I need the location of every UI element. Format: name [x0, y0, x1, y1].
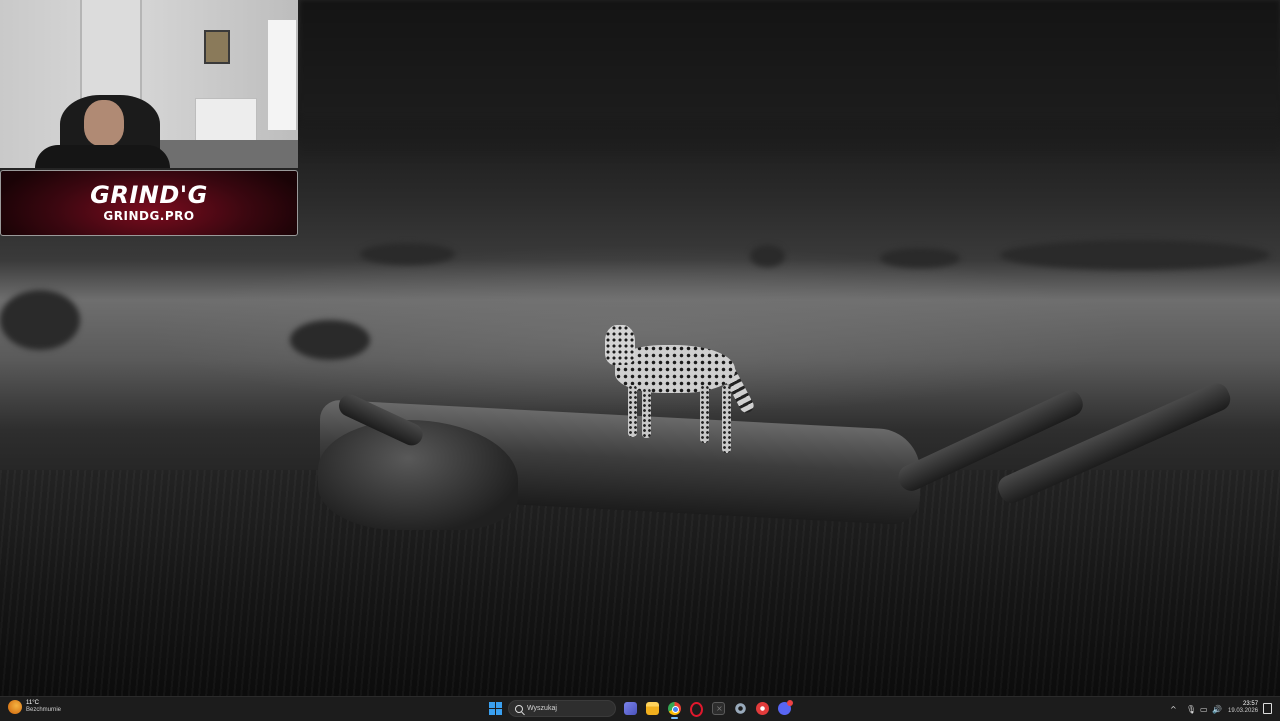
cheetah-leg	[628, 385, 637, 437]
wallpaper-bush	[290, 320, 370, 360]
wallpaper-bush	[1000, 240, 1270, 270]
excel-icon[interactable]: ×	[712, 702, 725, 715]
cheetah-leg	[700, 385, 709, 443]
discord-icon[interactable]	[778, 700, 793, 715]
tray-overflow-chevron[interactable]: ^	[1170, 697, 1177, 721]
taskbar: 11°C Bezchmurnie Wyszukaj × ^ 🎙 ▭ 🔊 23:5…	[0, 696, 1280, 721]
webcam-picture-frame	[204, 30, 230, 64]
red-app-icon[interactable]	[756, 702, 769, 715]
weather-text: 11°C Bezchmurnie	[26, 700, 61, 714]
webcam-person	[84, 100, 124, 146]
brand-logo: GRIND'G	[90, 181, 208, 209]
webcam-window-light	[268, 20, 296, 130]
webcam-overlay	[0, 0, 298, 168]
windows-logo-icon[interactable]	[489, 702, 502, 715]
wallpaper-bush	[750, 245, 785, 267]
system-clock[interactable]: 23:57 19.03.2026	[1228, 701, 1258, 715]
network-icon[interactable]: ▭	[1200, 697, 1208, 721]
gear-icon[interactable]	[734, 702, 747, 715]
clock-time: 23:57	[1243, 701, 1259, 707]
notification-icon[interactable]	[1263, 703, 1272, 714]
chrome-icon[interactable]	[668, 702, 681, 719]
volume-icon[interactable]: 🔊	[1212, 697, 1222, 721]
webcam-floor	[150, 140, 298, 168]
cheetah-head	[605, 325, 635, 365]
search-box[interactable]: Wyszukaj	[508, 700, 616, 717]
clock-date: 19.03.2026	[1228, 708, 1259, 714]
weather-temperature: 11°C	[26, 700, 39, 706]
teams-icon[interactable]	[624, 702, 637, 715]
folder-icon[interactable]	[646, 702, 659, 715]
weather-widget[interactable]: 11°C Bezchmurnie	[8, 700, 61, 714]
wallpaper-bush	[880, 248, 960, 268]
wallpaper-bush	[360, 243, 455, 265]
search-placeholder: Wyszukaj	[527, 705, 557, 712]
discord-badge	[787, 700, 793, 706]
cheetah-leg	[642, 388, 651, 438]
chevron-up-icon: ^	[1170, 704, 1177, 714]
chrome-center	[672, 706, 679, 713]
brand-banner: GRIND'G GRINDG.PRO	[0, 170, 298, 236]
sun-moon-icon	[8, 700, 22, 714]
wallpaper-treeline	[300, 0, 1280, 160]
webcam-person-shirt	[35, 145, 170, 168]
brand-url: GRINDG.PRO	[103, 209, 195, 223]
opera-icon[interactable]	[690, 702, 703, 717]
search-icon	[515, 704, 523, 713]
microphone-icon[interactable]: 🎙	[1186, 697, 1196, 721]
wallpaper-bush	[0, 290, 80, 350]
cheetah-leg	[722, 385, 731, 453]
excel-glyph: ×	[716, 704, 723, 713]
weather-description: Bezchmurnie	[26, 707, 62, 713]
